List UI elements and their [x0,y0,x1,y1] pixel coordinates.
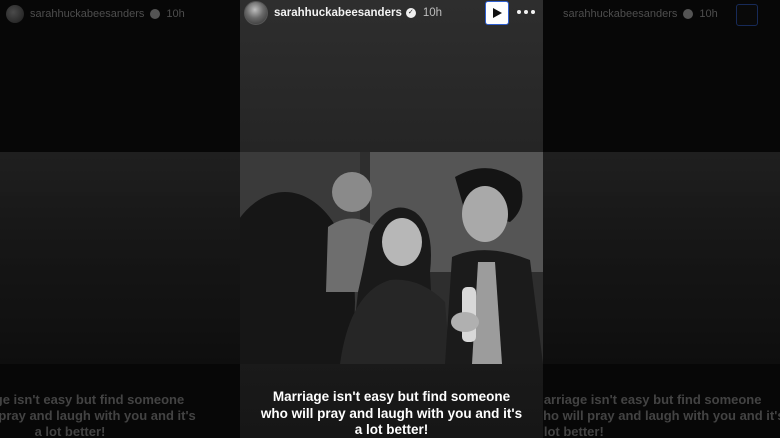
story-viewer[interactable]: sarahhuckabeesanders ✓ 10h Marriage isn'… [240,0,543,438]
couple-photo-illustration [240,152,543,364]
next-story-preview[interactable]: sarahhuckabeesanders 10h Marriage isn't … [543,0,780,438]
play-icon [493,8,502,18]
play-button[interactable] [485,1,509,25]
caption-line: who will pray and laugh with you and it'… [260,405,523,421]
verified-badge-icon: ✓ [405,8,416,18]
more-options-icon [517,10,521,14]
caption-line: a lot better! [354,422,429,437]
story-username[interactable]: sarahhuckabeesanders [274,7,402,19]
avatar[interactable] [244,1,268,25]
story-timestamp: 10h [422,7,443,19]
previous-story-preview[interactable]: sarahhuckabeesanders 10h Marriage isn't … [0,0,240,438]
story-photo [240,152,543,364]
story-caption: Marriage isn't easy but find someone who… [240,389,543,438]
more-options-button[interactable] [515,2,537,22]
caption-line: Marriage isn't easy but find someone [272,389,511,404]
